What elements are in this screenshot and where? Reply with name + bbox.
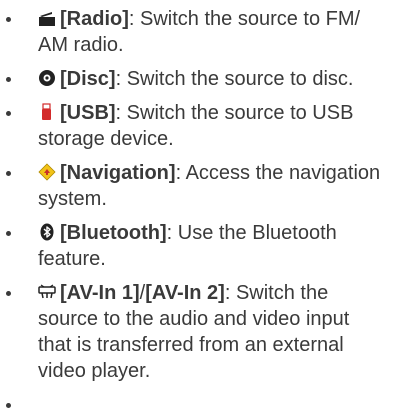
item-term-secondary: [AV-In 2] bbox=[145, 282, 225, 304]
list-item-navigation: [Navigation]: Access the navigation syst… bbox=[0, 160, 397, 212]
feature-list: [Radio]: Switch the source to FM/ AM rad… bbox=[0, 6, 397, 408]
item-term: [USB] bbox=[60, 102, 116, 124]
radio-icon bbox=[38, 8, 56, 26]
disc-icon bbox=[38, 68, 56, 86]
item-term: [Bluetooth] bbox=[60, 222, 167, 244]
av-in-icon bbox=[38, 282, 56, 300]
bullet-dot bbox=[6, 231, 11, 236]
bullet-dot bbox=[6, 403, 11, 408]
list-item-bluetooth: [Bluetooth]: Use the Bluetooth feature. bbox=[0, 220, 397, 272]
bullet-dot bbox=[6, 171, 11, 176]
bullet-dot bbox=[6, 291, 11, 296]
usb-icon bbox=[38, 102, 56, 120]
bullet-dot bbox=[6, 17, 11, 22]
bullet-dot bbox=[6, 77, 11, 82]
document-page: [Radio]: Switch the source to FM/ AM rad… bbox=[0, 0, 397, 408]
navigation-icon bbox=[38, 162, 56, 181]
list-item-usb: [USB]: Switch the source to USB storage … bbox=[0, 100, 397, 152]
item-description: : Switch the source to disc. bbox=[115, 68, 354, 90]
item-term: [AV-In 1] bbox=[60, 282, 140, 304]
item-term: [Radio] bbox=[60, 8, 129, 30]
list-item-av-in: [AV-In 1]/[AV-In 2]: Switch the source t… bbox=[0, 280, 397, 384]
list-item-radio: [Radio]: Switch the source to FM/ AM rad… bbox=[0, 6, 397, 58]
bullet-dot bbox=[6, 111, 11, 116]
item-term: [Navigation] bbox=[60, 162, 176, 184]
list-item-disc: [Disc]: Switch the source to disc. bbox=[0, 66, 397, 92]
item-term: [Disc] bbox=[60, 68, 116, 90]
bluetooth-icon bbox=[38, 222, 56, 241]
